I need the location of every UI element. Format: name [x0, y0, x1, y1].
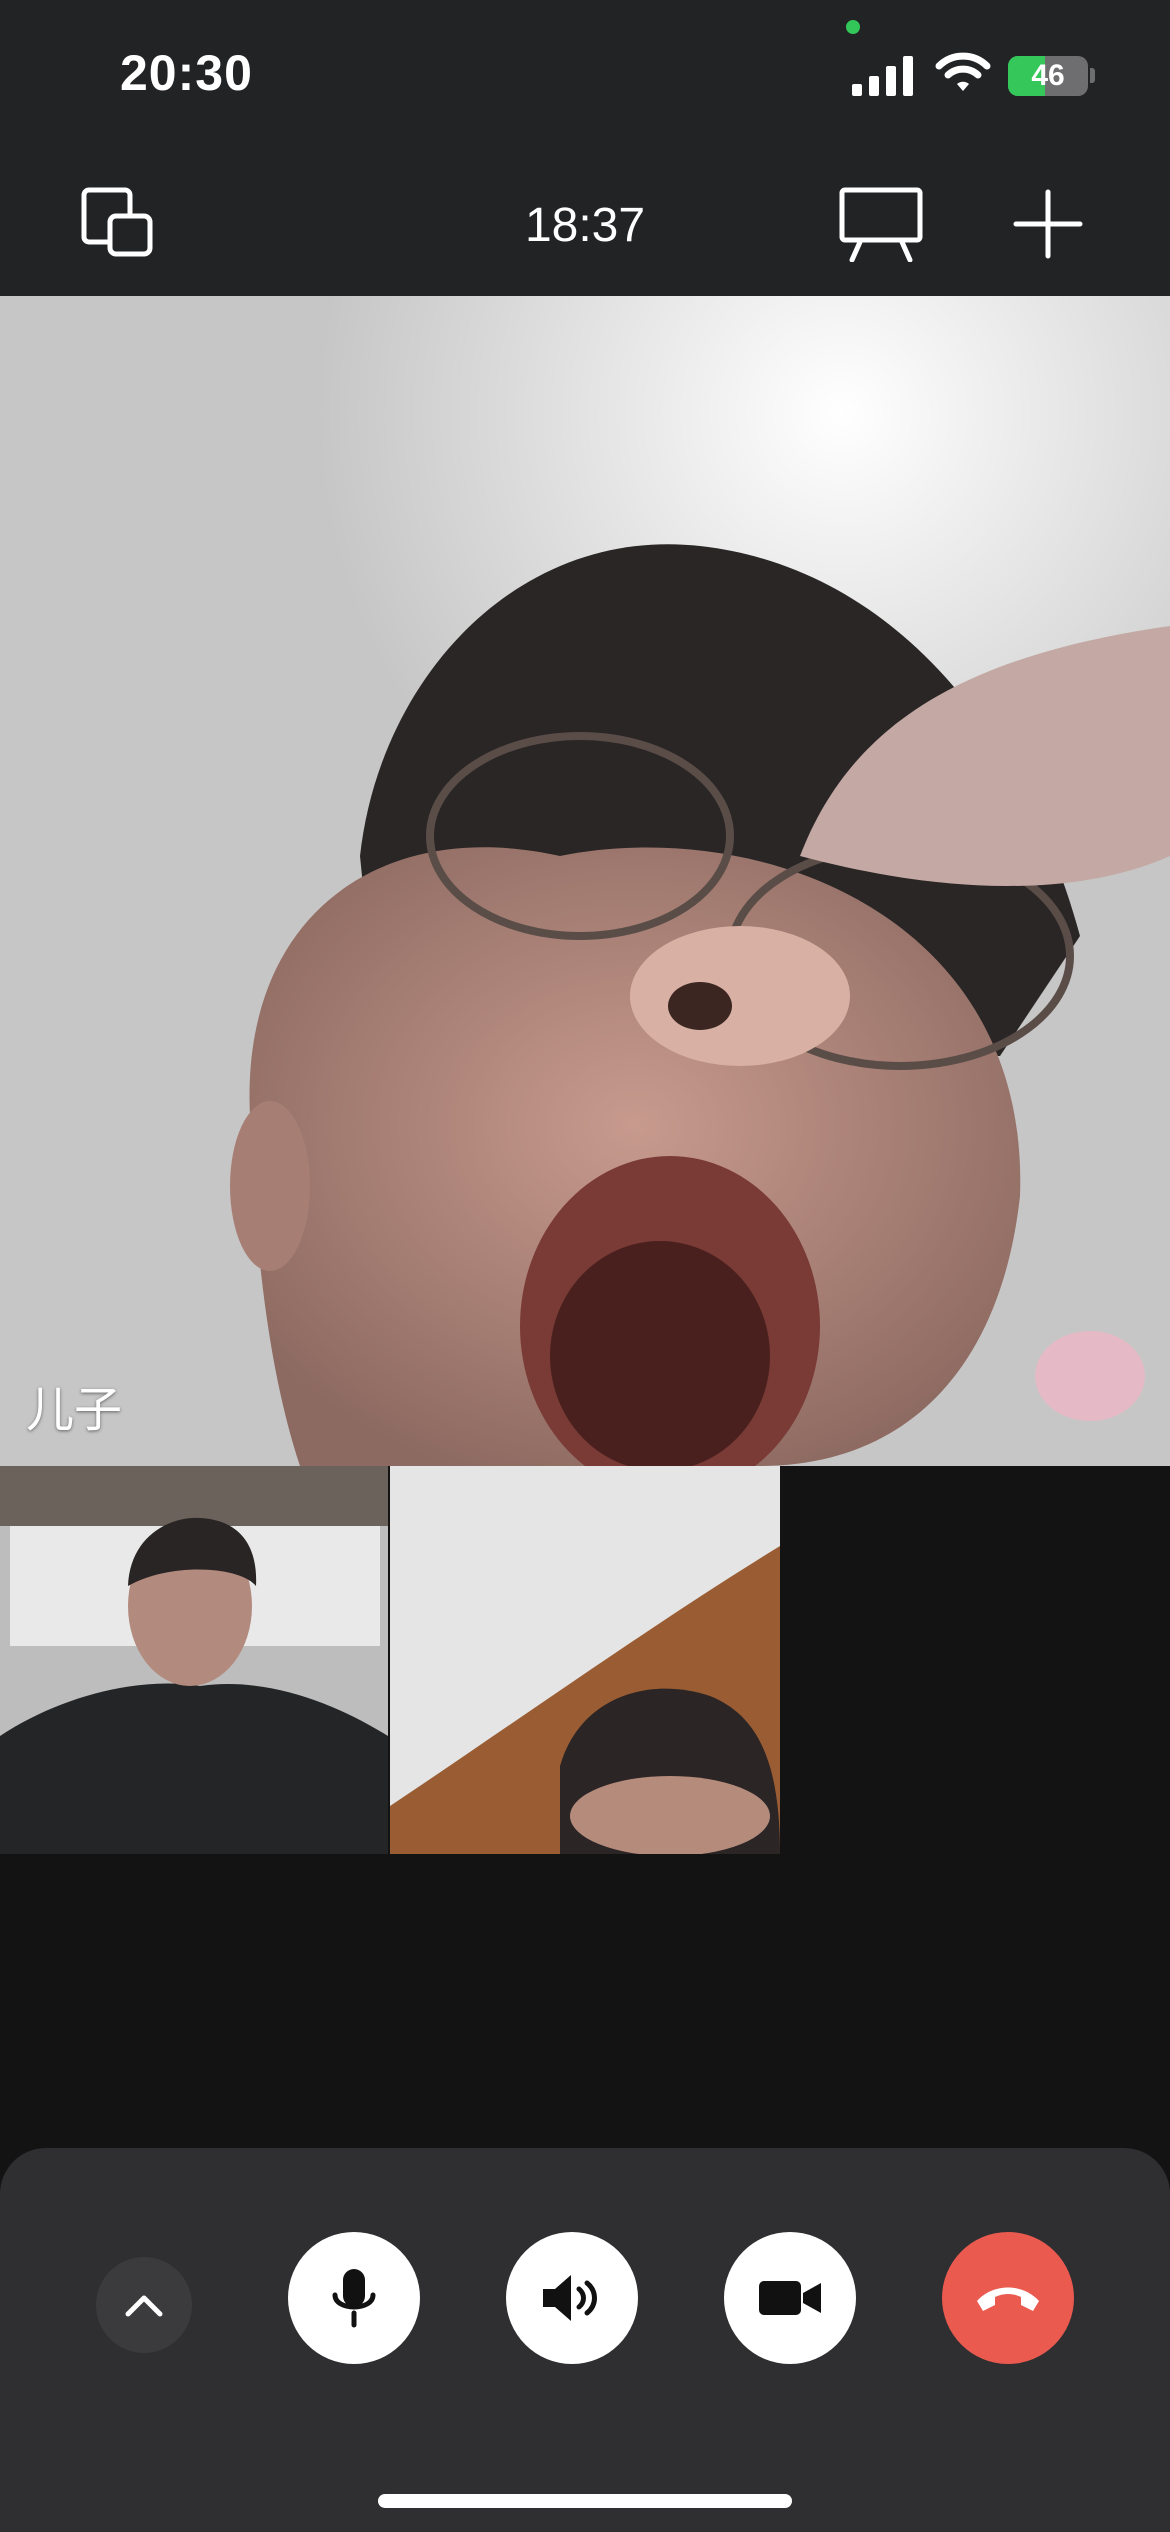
main-video-image	[0, 296, 1170, 1466]
battery-indicator: 46	[1008, 56, 1088, 96]
wifi-icon	[935, 52, 991, 91]
main-video-feed[interactable]	[0, 296, 1170, 1466]
add-participant-icon[interactable]	[1012, 188, 1084, 260]
camera-button[interactable]	[724, 2232, 856, 2364]
battery-nub	[1090, 68, 1095, 83]
cellular-signal-icon	[852, 56, 913, 96]
microphone-button[interactable]	[288, 2232, 420, 2364]
participant-video-thumbnail[interactable]	[390, 1466, 780, 1854]
battery-level: 46	[1031, 59, 1065, 92]
speaker-button[interactable]	[506, 2232, 638, 2364]
screen-share-icon[interactable]	[838, 186, 924, 262]
participant-video-image	[0, 1466, 388, 1854]
call-duration: 18:37	[524, 199, 646, 252]
main-participant-name: 儿子	[26, 1384, 123, 1437]
status-time: 20:30	[120, 45, 253, 101]
chevron-up-icon	[125, 2295, 163, 2317]
video-camera-icon	[759, 2281, 821, 2315]
camera-in-use-indicator	[846, 20, 860, 34]
switch-layout-icon[interactable]	[80, 186, 156, 258]
hang-up-icon	[977, 2287, 1039, 2311]
home-indicator[interactable]	[378, 2494, 792, 2508]
participant-video-image	[390, 1466, 780, 1854]
participant-video-thumbnail[interactable]	[0, 1466, 388, 1854]
hang-up-button[interactable]	[942, 2232, 1074, 2364]
speaker-icon	[543, 2275, 597, 2321]
microphone-icon	[332, 2269, 376, 2328]
collapse-button[interactable]	[96, 2257, 192, 2353]
